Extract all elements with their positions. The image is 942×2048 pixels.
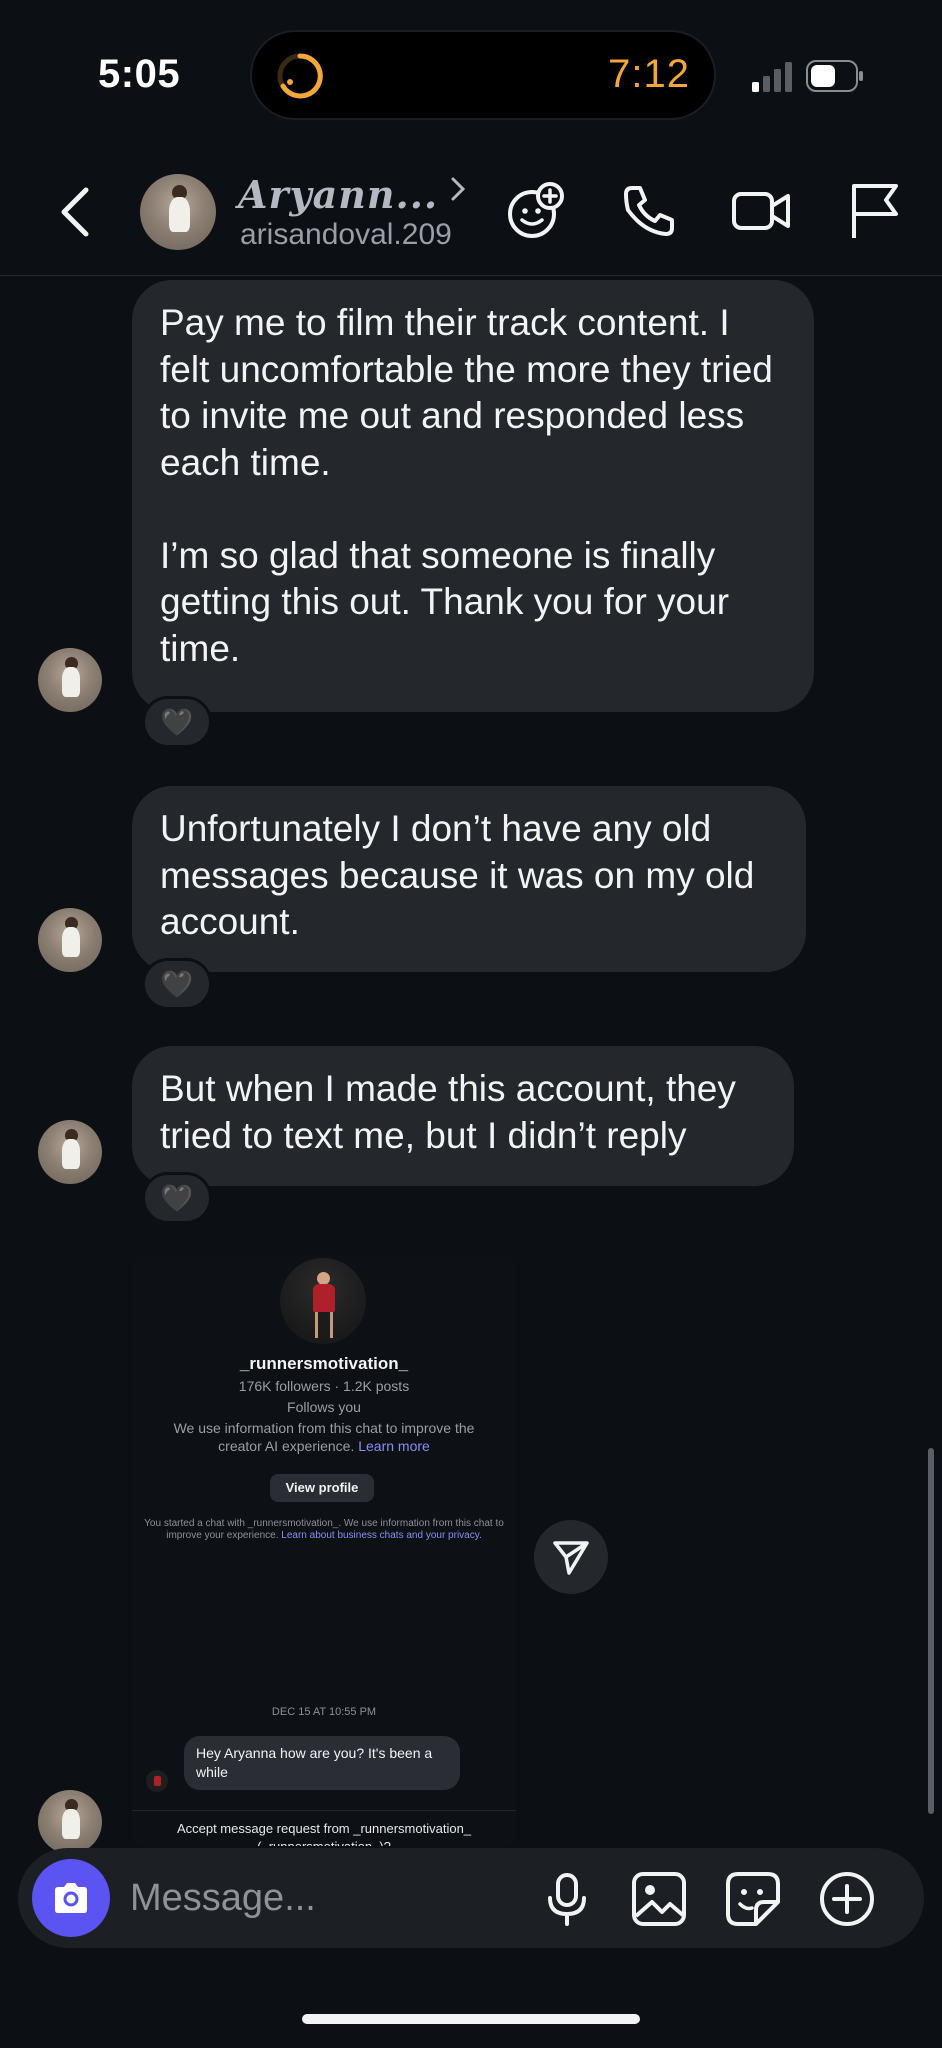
message-bubble[interactable]: But when I made this account, they tried… [132,1046,794,1186]
scrollbar[interactable] [928,1448,934,1814]
contact-name[interactable]: Aryann... [238,172,438,217]
video-icon[interactable] [730,180,792,242]
shot-date: DEC 15 AT 10:55 PM [271,1706,377,1718]
shot-accept-request: Accept message request from _runnersmoti… [132,1820,516,1846]
plus-icon[interactable] [818,1870,876,1928]
shot-stats: 176K followers · 1.2K posts [238,1378,410,1394]
share-button[interactable] [534,1520,608,1594]
message-composer [18,1848,924,1948]
camera-button[interactable] [32,1859,110,1937]
contact-username[interactable]: arisandoval.209 [240,218,452,252]
add-sticker-icon[interactable] [504,180,566,242]
signal-icon [752,62,792,92]
microphone-icon[interactable] [538,1870,596,1928]
reaction-badge[interactable]: 🖤 [142,958,212,1010]
shot-info-link: Learn more [358,1438,430,1454]
camera-icon [55,1883,87,1913]
shot-username: _runnersmotivation_ [239,1354,409,1373]
shot-note: You started a chat with _runnersmotivati… [142,1518,506,1542]
dm-screen: 5:05 7:12 Aryann... arisandoval.209 Pay … [0,0,942,2048]
dynamic-island[interactable]: 7:12 [250,30,716,120]
live-activity-time: 7:12 [608,52,690,96]
shot-follows: Follows you [287,1399,361,1415]
shot-view-profile-button: View profile [270,1474,374,1502]
shot-divider [132,1810,516,1811]
sticker-icon[interactable] [724,1870,782,1928]
message-input[interactable] [130,1870,430,1926]
shot-info: We use information from this chat to imp… [152,1419,496,1455]
black-heart-icon: 🖤 [160,1182,194,1213]
message-bubble[interactable]: Pay me to film their track content. I fe… [132,280,814,712]
shot-accept-line2: (_runnersmotivation_)? [132,1838,516,1846]
home-indicator[interactable] [302,2014,640,2024]
shot-accept-line1: Accept message request from _runnersmoti… [176,1821,472,1836]
gallery-icon[interactable] [630,1870,688,1928]
shot-sender-avatar [146,1770,168,1792]
sender-avatar[interactable] [38,648,102,712]
black-heart-icon: 🖤 [160,968,194,999]
message-bubble[interactable]: Unfortunately I don’t have any old messa… [132,786,806,972]
black-heart-icon: 🖤 [160,706,194,737]
sender-avatar[interactable] [38,908,102,972]
phone-icon[interactable] [618,180,680,242]
status-time: 5:05 [98,52,181,96]
shared-screenshot[interactable]: _runnersmotivation_ 176K followers · 1.2… [132,1254,516,1846]
battery-icon [806,60,863,92]
runner-profile-avatar [280,1258,366,1344]
chevron-right-icon[interactable] [448,174,468,204]
contact-avatar[interactable] [140,174,216,250]
chat-header: Aryann... arisandoval.209 [0,160,942,276]
back-icon[interactable] [52,180,100,244]
flag-icon[interactable] [844,180,906,242]
reaction-badge[interactable]: 🖤 [142,696,212,748]
send-icon [553,1541,589,1575]
shot-message: Hey Aryanna how are you? It's been a whi… [184,1736,460,1790]
timer-icon [277,53,323,99]
sender-avatar[interactable] [38,1790,102,1854]
shot-note-link: Learn about business chats and your priv… [281,1530,482,1541]
reaction-badge[interactable]: 🖤 [142,1172,212,1224]
sender-avatar[interactable] [38,1120,102,1184]
